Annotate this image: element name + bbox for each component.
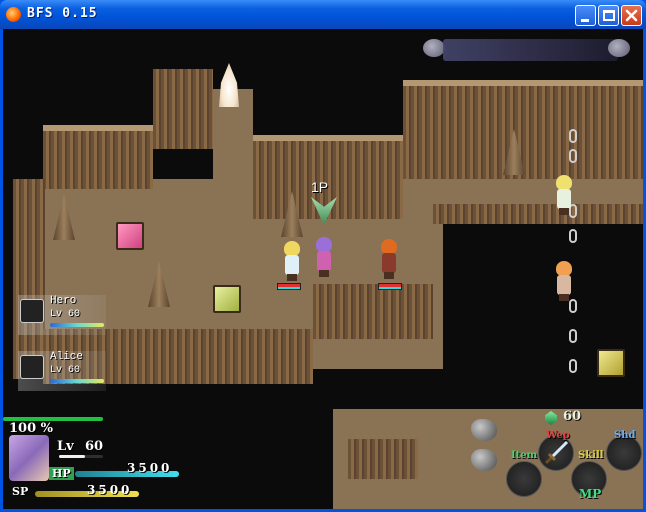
item-slot[interactable] [506,461,542,497]
pink-spellbook[interactable] [116,222,144,250]
hanging-chain [569,329,577,343]
close-icon [625,9,638,22]
player-marker-label: 1P [311,179,329,195]
level-label: Lv [57,439,74,454]
cliff-wall-ne [403,84,643,179]
hanging-chain [569,229,577,243]
yellow-spellbook[interactable] [213,285,241,313]
party-member-name: Alice [50,351,84,363]
mp-label: MP [579,487,602,501]
enemy-hp-bar [378,283,402,290]
app-icon[interactable] [6,7,21,22]
ledge-edge-2 [403,80,643,86]
glowing-crystal [219,63,239,107]
class-emblem-icon [20,299,44,323]
weather-cloud-icon [608,39,630,57]
cliff-lower-pit [348,439,418,479]
enemy-redhead[interactable] [378,239,400,279]
item-slot-label: Item [511,450,538,461]
hp-label: HP [49,467,74,480]
boulder [471,419,497,441]
party-member-name: Hero [50,295,77,307]
weapon-slot-label: Wep [546,430,570,441]
npc-orange-boy[interactable] [553,261,575,301]
party-member-card[interactable]: Hero Lv 60 [18,295,106,335]
shield-slot-label: Shd [614,430,636,441]
ledge-edge-3 [253,135,403,141]
hp-value: 3500 [127,461,173,475]
cliff-wall-se [313,284,433,339]
party-member-level: Lv 60 [50,365,81,376]
player-character[interactable] [313,237,335,277]
game-viewport[interactable]: 1P Hero Lv 60 Alice Lv 60 100 % Lv 60 HP… [3,29,643,509]
maximize-button[interactable] [598,5,619,26]
hanging-chain [569,359,577,373]
class-emblem-icon [20,355,44,379]
player-hp-bar [277,283,301,290]
cliff-wall-east-ledge [433,204,643,224]
yellow-spellbook[interactable] [597,349,625,377]
window-title: BFS 0.15 [27,6,98,21]
game-window: BFS 0.15 1P Hero Lv 60 Alice Lv 60 100 %… [0,0,646,512]
hanging-chain [569,129,577,143]
party-member-blonde[interactable] [281,241,303,281]
hanging-chain [569,149,577,163]
title-bar[interactable]: BFS 0.15 [0,0,646,29]
cliff-wall-north [43,129,153,189]
exp-bar [59,455,103,458]
close-button[interactable] [621,5,642,26]
party-member-level: Lv 60 [50,309,81,320]
overdrive-percent: 100 % [9,421,54,436]
party-member-hp-bar [50,323,104,327]
weather-cloud-icon [423,39,445,57]
cliff-wall-west [13,179,45,379]
sword-icon [544,440,569,465]
sp-value: 3500 [87,483,133,497]
player-portrait [9,435,49,481]
sp-label: SP [12,485,29,498]
maximize-icon [603,10,615,21]
party-member-hp-bar [50,379,104,383]
minimize-button[interactable] [575,5,596,26]
level-value: 60 [85,439,104,454]
hanging-chain [569,299,577,313]
minimize-icon [581,19,589,22]
party-member-card[interactable]: Alice Lv 60 [18,351,106,391]
gem-count: 60 [563,409,582,424]
cliff-wall-peak [153,69,213,149]
player-arrow-icon [311,197,337,225]
ledge-edge-1 [43,125,153,131]
boulder [471,449,497,471]
skill-slot-label: Skill [578,450,604,461]
npc-blonde-girl[interactable] [553,175,575,215]
status-banner [443,39,618,61]
player-marker: 1P [309,179,339,227]
